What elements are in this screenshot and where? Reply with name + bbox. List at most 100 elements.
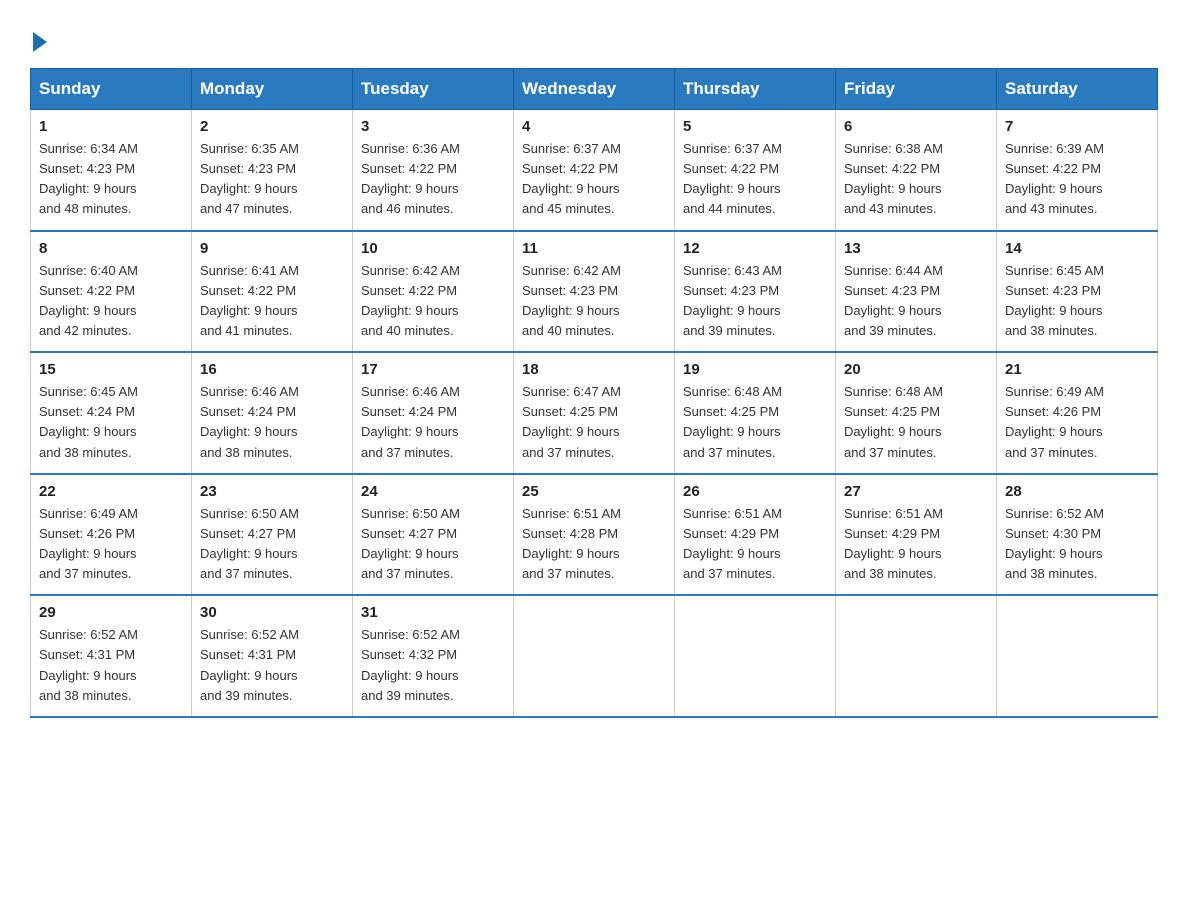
calendar-cell: 29 Sunrise: 6:52 AMSunset: 4:31 PMDaylig…	[31, 595, 192, 717]
calendar-cell	[997, 595, 1158, 717]
calendar-table: SundayMondayTuesdayWednesdayThursdayFrid…	[30, 68, 1158, 718]
day-number: 31	[361, 604, 505, 621]
calendar-cell: 23 Sunrise: 6:50 AMSunset: 4:27 PMDaylig…	[192, 474, 353, 596]
calendar-cell: 20 Sunrise: 6:48 AMSunset: 4:25 PMDaylig…	[836, 352, 997, 474]
day-info: Sunrise: 6:51 AMSunset: 4:29 PMDaylight:…	[683, 504, 827, 585]
calendar-cell: 31 Sunrise: 6:52 AMSunset: 4:32 PMDaylig…	[353, 595, 514, 717]
logo-arrow-icon	[33, 32, 47, 52]
calendar-cell: 6 Sunrise: 6:38 AMSunset: 4:22 PMDayligh…	[836, 110, 997, 231]
day-number: 11	[522, 240, 666, 257]
day-info: Sunrise: 6:52 AMSunset: 4:31 PMDaylight:…	[39, 625, 183, 706]
header-wednesday: Wednesday	[514, 69, 675, 110]
header-thursday: Thursday	[675, 69, 836, 110]
week-row-3: 15 Sunrise: 6:45 AMSunset: 4:24 PMDaylig…	[31, 352, 1158, 474]
day-info: Sunrise: 6:42 AMSunset: 4:22 PMDaylight:…	[361, 261, 505, 342]
calendar-cell: 24 Sunrise: 6:50 AMSunset: 4:27 PMDaylig…	[353, 474, 514, 596]
day-number: 25	[522, 483, 666, 500]
logo-top	[30, 30, 47, 52]
calendar-cell: 17 Sunrise: 6:46 AMSunset: 4:24 PMDaylig…	[353, 352, 514, 474]
calendar-cell: 14 Sunrise: 6:45 AMSunset: 4:23 PMDaylig…	[997, 231, 1158, 353]
day-number: 10	[361, 240, 505, 257]
calendar-cell: 16 Sunrise: 6:46 AMSunset: 4:24 PMDaylig…	[192, 352, 353, 474]
calendar-cell: 2 Sunrise: 6:35 AMSunset: 4:23 PMDayligh…	[192, 110, 353, 231]
day-number: 23	[200, 483, 344, 500]
calendar-cell: 12 Sunrise: 6:43 AMSunset: 4:23 PMDaylig…	[675, 231, 836, 353]
day-info: Sunrise: 6:46 AMSunset: 4:24 PMDaylight:…	[361, 382, 505, 463]
day-info: Sunrise: 6:37 AMSunset: 4:22 PMDaylight:…	[683, 139, 827, 220]
day-info: Sunrise: 6:51 AMSunset: 4:28 PMDaylight:…	[522, 504, 666, 585]
day-info: Sunrise: 6:38 AMSunset: 4:22 PMDaylight:…	[844, 139, 988, 220]
day-info: Sunrise: 6:36 AMSunset: 4:22 PMDaylight:…	[361, 139, 505, 220]
calendar-cell	[836, 595, 997, 717]
calendar-cell: 30 Sunrise: 6:52 AMSunset: 4:31 PMDaylig…	[192, 595, 353, 717]
day-number: 22	[39, 483, 183, 500]
calendar-cell: 9 Sunrise: 6:41 AMSunset: 4:22 PMDayligh…	[192, 231, 353, 353]
day-number: 16	[200, 361, 344, 378]
day-info: Sunrise: 6:44 AMSunset: 4:23 PMDaylight:…	[844, 261, 988, 342]
day-number: 1	[39, 118, 183, 135]
day-number: 26	[683, 483, 827, 500]
day-number: 15	[39, 361, 183, 378]
week-row-5: 29 Sunrise: 6:52 AMSunset: 4:31 PMDaylig…	[31, 595, 1158, 717]
calendar-cell: 11 Sunrise: 6:42 AMSunset: 4:23 PMDaylig…	[514, 231, 675, 353]
day-number: 13	[844, 240, 988, 257]
day-number: 3	[361, 118, 505, 135]
day-number: 2	[200, 118, 344, 135]
week-row-4: 22 Sunrise: 6:49 AMSunset: 4:26 PMDaylig…	[31, 474, 1158, 596]
day-info: Sunrise: 6:49 AMSunset: 4:26 PMDaylight:…	[1005, 382, 1149, 463]
calendar-cell: 10 Sunrise: 6:42 AMSunset: 4:22 PMDaylig…	[353, 231, 514, 353]
calendar-cell	[675, 595, 836, 717]
day-number: 27	[844, 483, 988, 500]
day-info: Sunrise: 6:52 AMSunset: 4:30 PMDaylight:…	[1005, 504, 1149, 585]
header-sunday: Sunday	[31, 69, 192, 110]
day-info: Sunrise: 6:35 AMSunset: 4:23 PMDaylight:…	[200, 139, 344, 220]
calendar-cell: 4 Sunrise: 6:37 AMSunset: 4:22 PMDayligh…	[514, 110, 675, 231]
day-number: 9	[200, 240, 344, 257]
day-number: 12	[683, 240, 827, 257]
calendar-cell: 25 Sunrise: 6:51 AMSunset: 4:28 PMDaylig…	[514, 474, 675, 596]
day-info: Sunrise: 6:46 AMSunset: 4:24 PMDaylight:…	[200, 382, 344, 463]
day-info: Sunrise: 6:40 AMSunset: 4:22 PMDaylight:…	[39, 261, 183, 342]
day-number: 4	[522, 118, 666, 135]
calendar-cell: 3 Sunrise: 6:36 AMSunset: 4:22 PMDayligh…	[353, 110, 514, 231]
day-number: 30	[200, 604, 344, 621]
day-info: Sunrise: 6:43 AMSunset: 4:23 PMDaylight:…	[683, 261, 827, 342]
header-tuesday: Tuesday	[353, 69, 514, 110]
header-monday: Monday	[192, 69, 353, 110]
day-info: Sunrise: 6:51 AMSunset: 4:29 PMDaylight:…	[844, 504, 988, 585]
day-number: 8	[39, 240, 183, 257]
day-number: 19	[683, 361, 827, 378]
day-info: Sunrise: 6:52 AMSunset: 4:31 PMDaylight:…	[200, 625, 344, 706]
calendar-cell	[514, 595, 675, 717]
day-number: 29	[39, 604, 183, 621]
week-row-1: 1 Sunrise: 6:34 AMSunset: 4:23 PMDayligh…	[31, 110, 1158, 231]
calendar-cell: 7 Sunrise: 6:39 AMSunset: 4:22 PMDayligh…	[997, 110, 1158, 231]
day-info: Sunrise: 6:47 AMSunset: 4:25 PMDaylight:…	[522, 382, 666, 463]
header-friday: Friday	[836, 69, 997, 110]
calendar-cell: 19 Sunrise: 6:48 AMSunset: 4:25 PMDaylig…	[675, 352, 836, 474]
day-info: Sunrise: 6:49 AMSunset: 4:26 PMDaylight:…	[39, 504, 183, 585]
logo	[30, 30, 47, 48]
day-info: Sunrise: 6:52 AMSunset: 4:32 PMDaylight:…	[361, 625, 505, 706]
day-info: Sunrise: 6:48 AMSunset: 4:25 PMDaylight:…	[844, 382, 988, 463]
day-number: 6	[844, 118, 988, 135]
day-info: Sunrise: 6:41 AMSunset: 4:22 PMDaylight:…	[200, 261, 344, 342]
day-info: Sunrise: 6:39 AMSunset: 4:22 PMDaylight:…	[1005, 139, 1149, 220]
calendar-cell: 1 Sunrise: 6:34 AMSunset: 4:23 PMDayligh…	[31, 110, 192, 231]
calendar-cell: 5 Sunrise: 6:37 AMSunset: 4:22 PMDayligh…	[675, 110, 836, 231]
day-number: 20	[844, 361, 988, 378]
day-number: 21	[1005, 361, 1149, 378]
day-number: 17	[361, 361, 505, 378]
day-info: Sunrise: 6:34 AMSunset: 4:23 PMDaylight:…	[39, 139, 183, 220]
day-number: 7	[1005, 118, 1149, 135]
day-number: 5	[683, 118, 827, 135]
calendar-cell: 22 Sunrise: 6:49 AMSunset: 4:26 PMDaylig…	[31, 474, 192, 596]
calendar-cell: 15 Sunrise: 6:45 AMSunset: 4:24 PMDaylig…	[31, 352, 192, 474]
day-info: Sunrise: 6:45 AMSunset: 4:23 PMDaylight:…	[1005, 261, 1149, 342]
calendar-cell: 13 Sunrise: 6:44 AMSunset: 4:23 PMDaylig…	[836, 231, 997, 353]
day-info: Sunrise: 6:45 AMSunset: 4:24 PMDaylight:…	[39, 382, 183, 463]
calendar-cell: 8 Sunrise: 6:40 AMSunset: 4:22 PMDayligh…	[31, 231, 192, 353]
calendar-cell: 21 Sunrise: 6:49 AMSunset: 4:26 PMDaylig…	[997, 352, 1158, 474]
day-info: Sunrise: 6:50 AMSunset: 4:27 PMDaylight:…	[361, 504, 505, 585]
week-row-2: 8 Sunrise: 6:40 AMSunset: 4:22 PMDayligh…	[31, 231, 1158, 353]
